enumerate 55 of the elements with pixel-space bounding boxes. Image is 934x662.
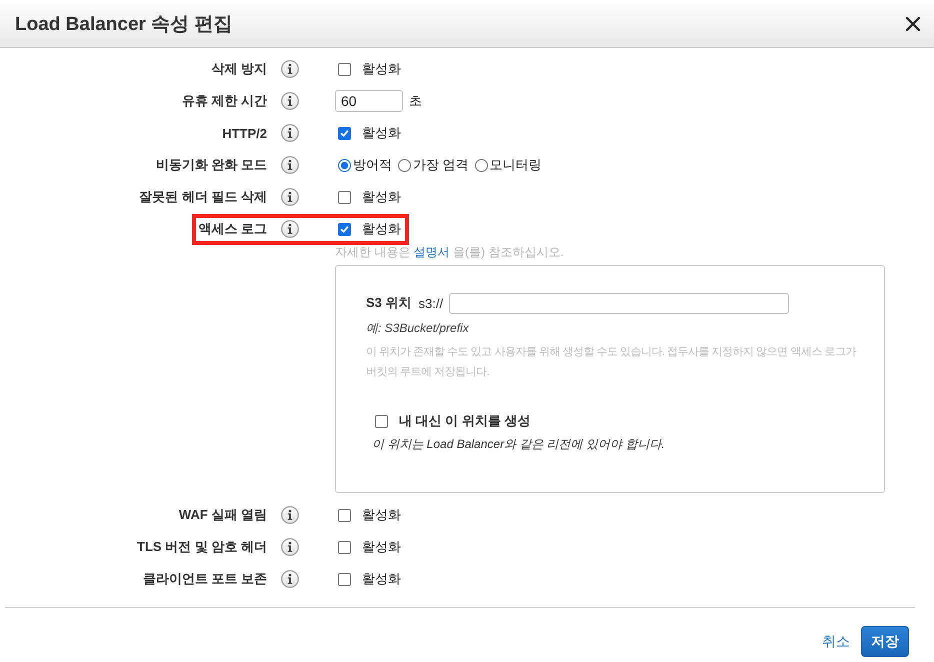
documentation-link[interactable]: 설명서 bbox=[414, 245, 450, 259]
checkbox[interactable] bbox=[338, 508, 351, 522]
setting-label: HTTP/2 bbox=[222, 126, 267, 140]
setting-label: 액세스 로그 bbox=[198, 220, 267, 238]
cancel-button[interactable]: 취소 bbox=[822, 632, 850, 650]
setting-label: 삭제 방지 bbox=[211, 60, 267, 78]
setting-label: 비동기화 완화 모드 bbox=[156, 156, 267, 174]
option-label: 활성화 bbox=[362, 188, 401, 206]
checkbox[interactable] bbox=[338, 126, 351, 140]
checkbox[interactable] bbox=[338, 222, 351, 236]
option-label: 활성화 bbox=[362, 506, 401, 524]
radio-button[interactable] bbox=[398, 158, 411, 172]
setting-label: TLS 버전 및 암호 헤더 bbox=[137, 538, 267, 556]
info-icon[interactable] bbox=[281, 188, 299, 206]
radio-label: 가장 엄격 bbox=[413, 156, 469, 174]
setting-label: 잘못된 헤더 필드 삭제 bbox=[139, 188, 267, 206]
info-icon[interactable] bbox=[281, 506, 299, 524]
s3-location-field[interactable] bbox=[449, 292, 790, 314]
checkbox[interactable] bbox=[338, 540, 351, 554]
example-text: 예: S3Bucket/prefix bbox=[366, 320, 470, 336]
help-text: 자세한 내용은 설명서 을(를) 참조하십시오. bbox=[335, 245, 564, 259]
info-icon[interactable] bbox=[281, 124, 299, 142]
radio-button[interactable] bbox=[474, 158, 488, 172]
close-icon bbox=[905, 16, 921, 32]
option-label: 활성화 bbox=[362, 124, 401, 142]
field-label: S3 위치 bbox=[366, 294, 412, 312]
prefix-text: s3:// bbox=[418, 296, 444, 310]
option-label: 활성화 bbox=[362, 60, 401, 78]
setting-label: 유휴 제한 시간 bbox=[182, 92, 267, 110]
setting-label: 클라이언트 포트 보존 bbox=[142, 570, 267, 588]
radio-label: 방어적 bbox=[353, 156, 392, 174]
info-icon[interactable] bbox=[281, 570, 299, 588]
radio-button[interactable] bbox=[338, 158, 351, 172]
option-label: 활성화 bbox=[362, 220, 401, 238]
info-icon[interactable] bbox=[281, 156, 299, 174]
radio-label: 모니터링 bbox=[490, 156, 542, 174]
info-icon[interactable] bbox=[281, 92, 299, 110]
checkbox[interactable] bbox=[338, 572, 351, 586]
unit-label: 초 bbox=[409, 92, 422, 110]
info-icon[interactable] bbox=[281, 60, 299, 78]
option-label: 활성화 bbox=[362, 570, 401, 588]
checkbox[interactable] bbox=[375, 414, 388, 428]
setting-label: WAF 실패 열림 bbox=[178, 506, 267, 524]
note-text: 이 위치는 Load Balancer와 같은 리전에 있어야 합니다. bbox=[372, 436, 666, 452]
description-text: 이 위치가 존재할 수도 있고 사용자를 위해 생성할 수도 있습니다. 접두사를 지정하지 않으면 액세스 로그가 버킷의 루트에 저장됩니다. bbox=[366, 345, 858, 380]
info-icon[interactable] bbox=[281, 220, 299, 238]
save-button[interactable]: 저장 bbox=[861, 626, 909, 657]
checkbox[interactable] bbox=[338, 190, 351, 204]
checkbox[interactable] bbox=[338, 62, 351, 76]
number-field[interactable]: 60 bbox=[335, 90, 403, 112]
option-label: 활성화 bbox=[362, 538, 401, 556]
info-icon[interactable] bbox=[281, 538, 299, 556]
option-label: 내 대신 이 위치를 생성 bbox=[399, 412, 530, 430]
close-button[interactable] bbox=[905, 16, 921, 32]
dialog-title: Load Balancer 속성 편집 bbox=[15, 12, 232, 36]
